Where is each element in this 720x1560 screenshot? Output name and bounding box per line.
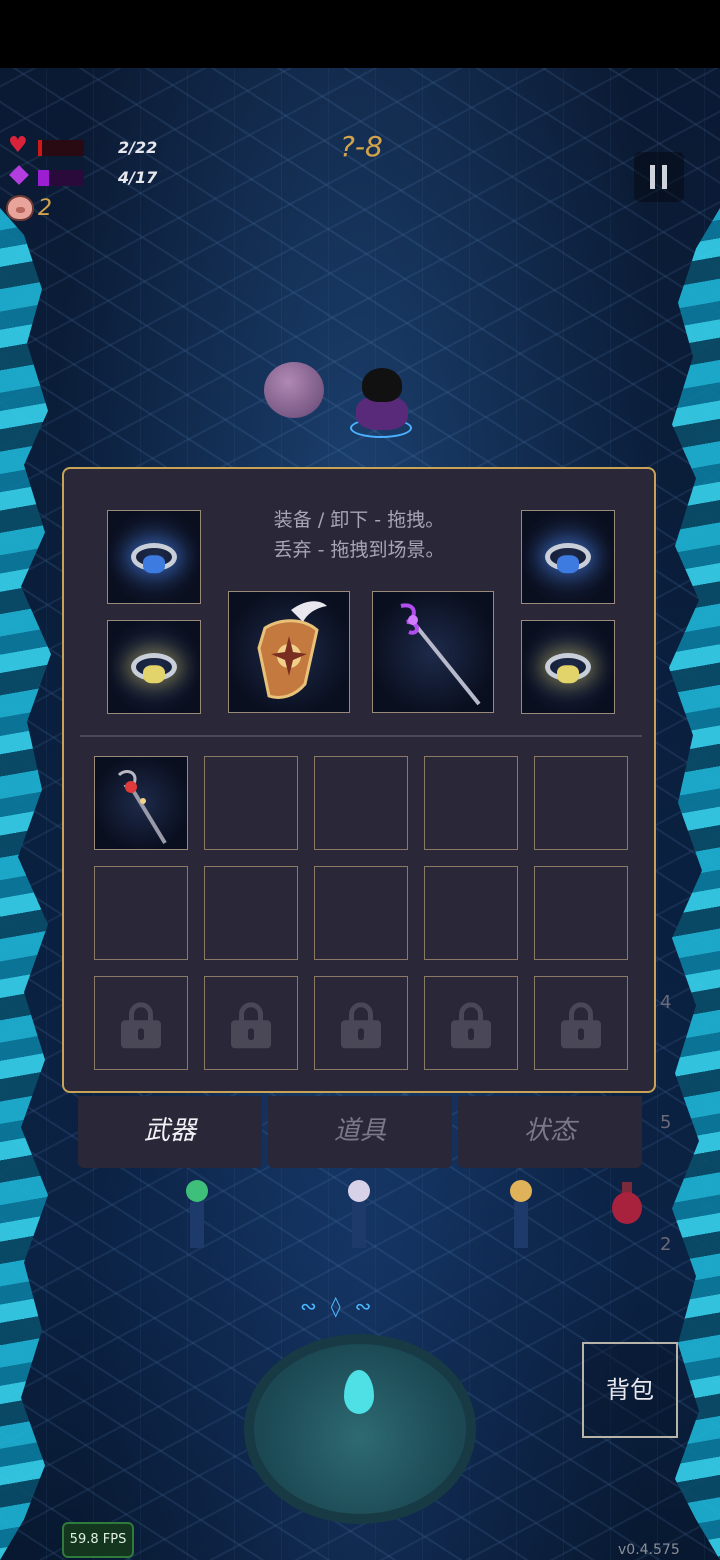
fps-counter: 59.8 FPS bbox=[62, 1522, 134, 1558]
pig-coin-icon bbox=[6, 195, 34, 221]
pedestal-green bbox=[184, 1180, 210, 1250]
potion-icon[interactable] bbox=[612, 1182, 642, 1226]
version-label: v0.4.575 bbox=[618, 1542, 680, 1558]
mp-row bbox=[8, 165, 29, 185]
equip-slot-ring-top-right[interactable] bbox=[521, 510, 615, 604]
red-orb-staff-icon bbox=[117, 770, 167, 845]
equip-slot-shield[interactable] bbox=[228, 591, 350, 713]
pause-icon-bar bbox=[662, 165, 667, 189]
hint-equip: 装备 / 卸下 - 拖拽。 bbox=[273, 509, 445, 531]
ring-gem bbox=[557, 555, 579, 574]
fountain bbox=[244, 1334, 476, 1524]
hp-text: 2/22 bbox=[118, 138, 158, 157]
bag-slot[interactable] bbox=[534, 756, 628, 850]
bag-slot[interactable] bbox=[314, 756, 408, 850]
bag-slot[interactable] bbox=[204, 756, 298, 850]
player-character bbox=[350, 368, 412, 438]
hp-bar-fill bbox=[38, 140, 43, 156]
hp-row: ♥ bbox=[8, 133, 30, 158]
equip-slot-ring-bottom-right[interactable] bbox=[521, 620, 615, 714]
inventory-divider bbox=[80, 735, 642, 737]
backpack-button[interactable]: 背包 bbox=[582, 1342, 678, 1438]
equip-slot-staff[interactable] bbox=[372, 591, 494, 713]
tab-items[interactable]: 道具 bbox=[268, 1096, 452, 1168]
lock-icon bbox=[561, 1002, 601, 1049]
portal-glyph-icon: ∾◊∾ bbox=[300, 1294, 386, 1318]
side-slot-number: 4 bbox=[660, 992, 672, 1013]
crystal-drop-icon bbox=[344, 1370, 374, 1414]
equip-slot-ring-top-left[interactable] bbox=[107, 510, 201, 604]
potion-count: 2 bbox=[660, 1234, 672, 1255]
bag-slot[interactable] bbox=[204, 866, 298, 960]
bag-slot[interactable] bbox=[424, 756, 518, 850]
mp-bar bbox=[38, 170, 84, 186]
pedestal-white bbox=[346, 1180, 372, 1250]
enemy-blob bbox=[264, 362, 324, 418]
inventory-panel: 装备 / 卸下 - 拖拽。 丢弃 - 拖拽到场景。 bbox=[62, 467, 656, 1093]
heart-icon: ♥ bbox=[8, 133, 28, 158]
mana-diamond-icon bbox=[9, 165, 29, 185]
player-hair bbox=[362, 368, 402, 402]
tab-weapons[interactable]: 武器 bbox=[78, 1096, 262, 1168]
bag-slot[interactable] bbox=[94, 756, 188, 850]
bag-slot-locked bbox=[424, 976, 518, 1070]
side-slot-number: 5 bbox=[660, 1112, 672, 1133]
pause-button[interactable] bbox=[634, 152, 684, 202]
bag-slot[interactable] bbox=[534, 866, 628, 960]
lock-icon bbox=[121, 1002, 161, 1049]
bag-slot[interactable] bbox=[314, 866, 408, 960]
equip-slot-ring-bottom-left[interactable] bbox=[107, 620, 201, 714]
hint-drop: 丢弃 - 拖拽到场景。 bbox=[273, 539, 445, 561]
purple-staff-icon bbox=[400, 603, 481, 706]
mp-bar-fill bbox=[38, 170, 50, 186]
lock-icon bbox=[451, 1002, 491, 1049]
bag-slot-locked bbox=[534, 976, 628, 1070]
mp-text: 4/17 bbox=[118, 168, 158, 187]
winged-shield-icon bbox=[257, 601, 327, 699]
bag-slot[interactable] bbox=[94, 866, 188, 960]
ring-gem bbox=[143, 555, 165, 574]
lock-icon bbox=[231, 1002, 271, 1049]
lock-icon bbox=[341, 1002, 381, 1049]
ring-gem bbox=[143, 665, 165, 684]
bag-slot-locked bbox=[204, 976, 298, 1070]
bag-slot-locked bbox=[94, 976, 188, 1070]
tab-status[interactable]: 状态 bbox=[458, 1096, 642, 1168]
coin-count: 2 bbox=[38, 196, 52, 221]
stage-label: ?-8 bbox=[340, 130, 383, 163]
bag-slot-locked bbox=[314, 976, 408, 1070]
pause-icon bbox=[650, 165, 655, 189]
ring-gem bbox=[557, 665, 579, 684]
hp-bar bbox=[38, 140, 84, 156]
bag-slot[interactable] bbox=[424, 866, 518, 960]
pedestal-gold bbox=[508, 1180, 534, 1250]
inventory-hint: 装备 / 卸下 - 拖拽。 丢弃 - 拖拽到场景。 bbox=[234, 505, 484, 565]
